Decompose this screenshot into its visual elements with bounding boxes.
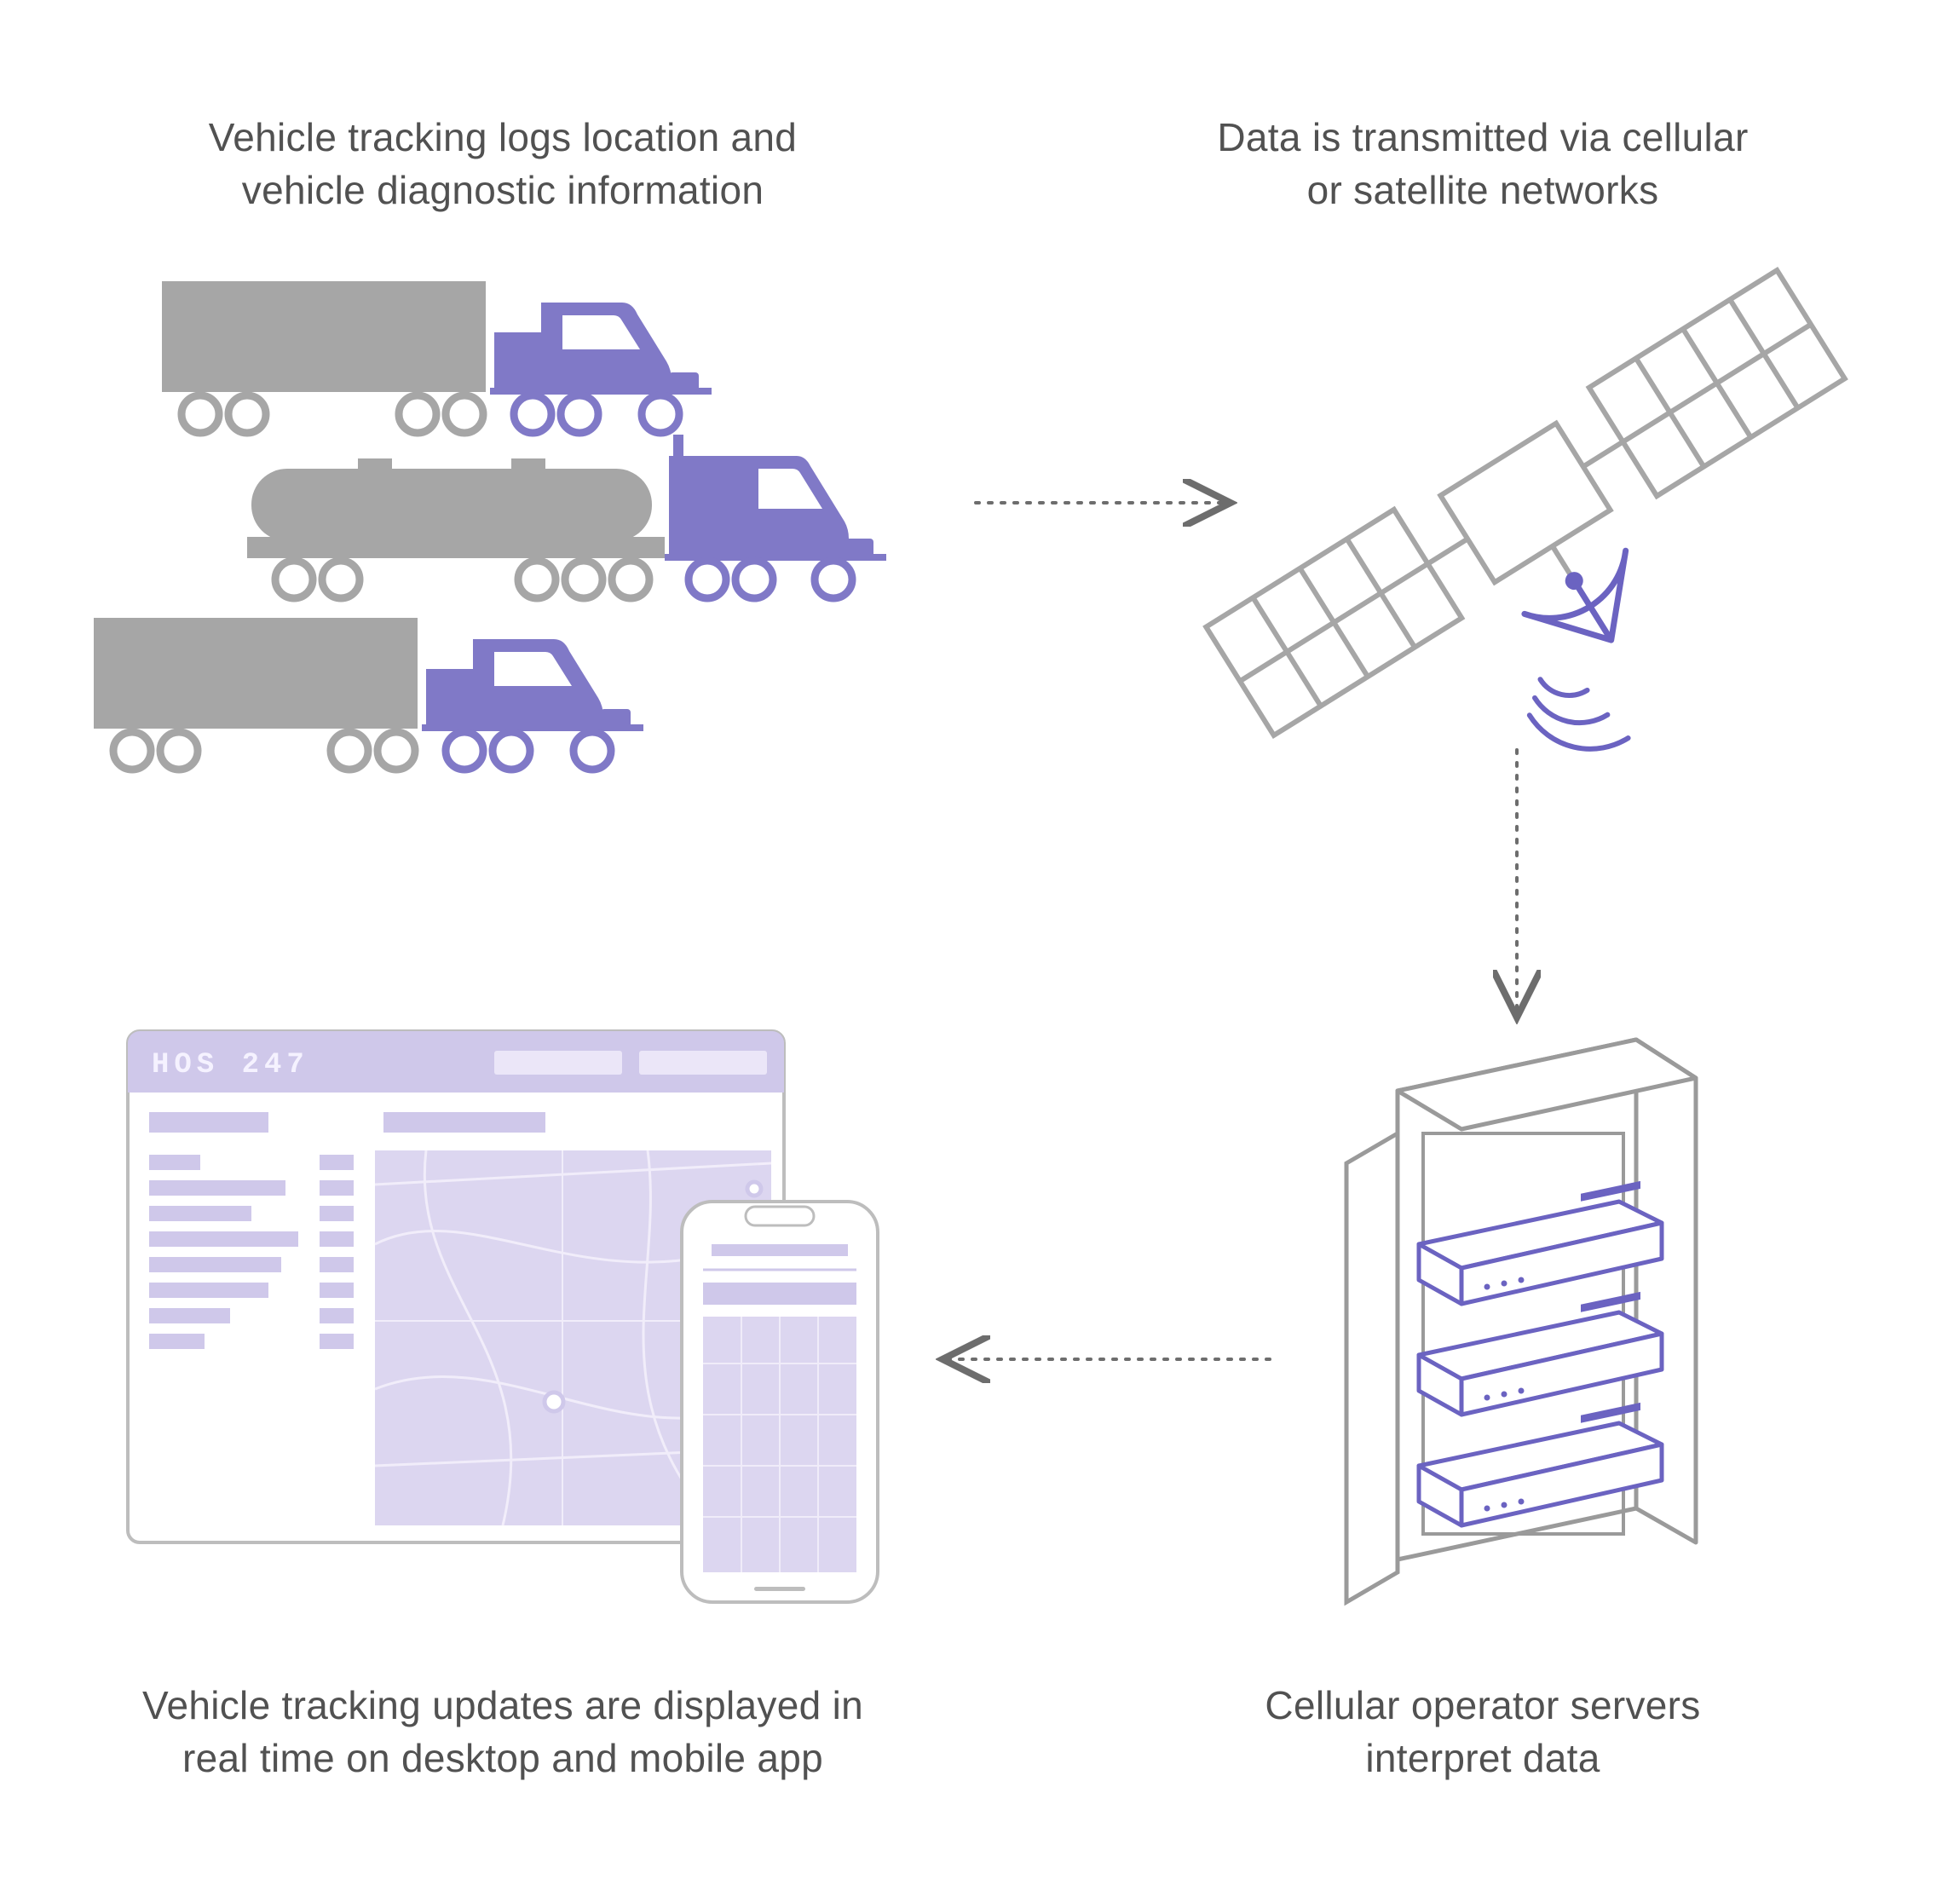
flow-arrows bbox=[0, 0, 1960, 1891]
